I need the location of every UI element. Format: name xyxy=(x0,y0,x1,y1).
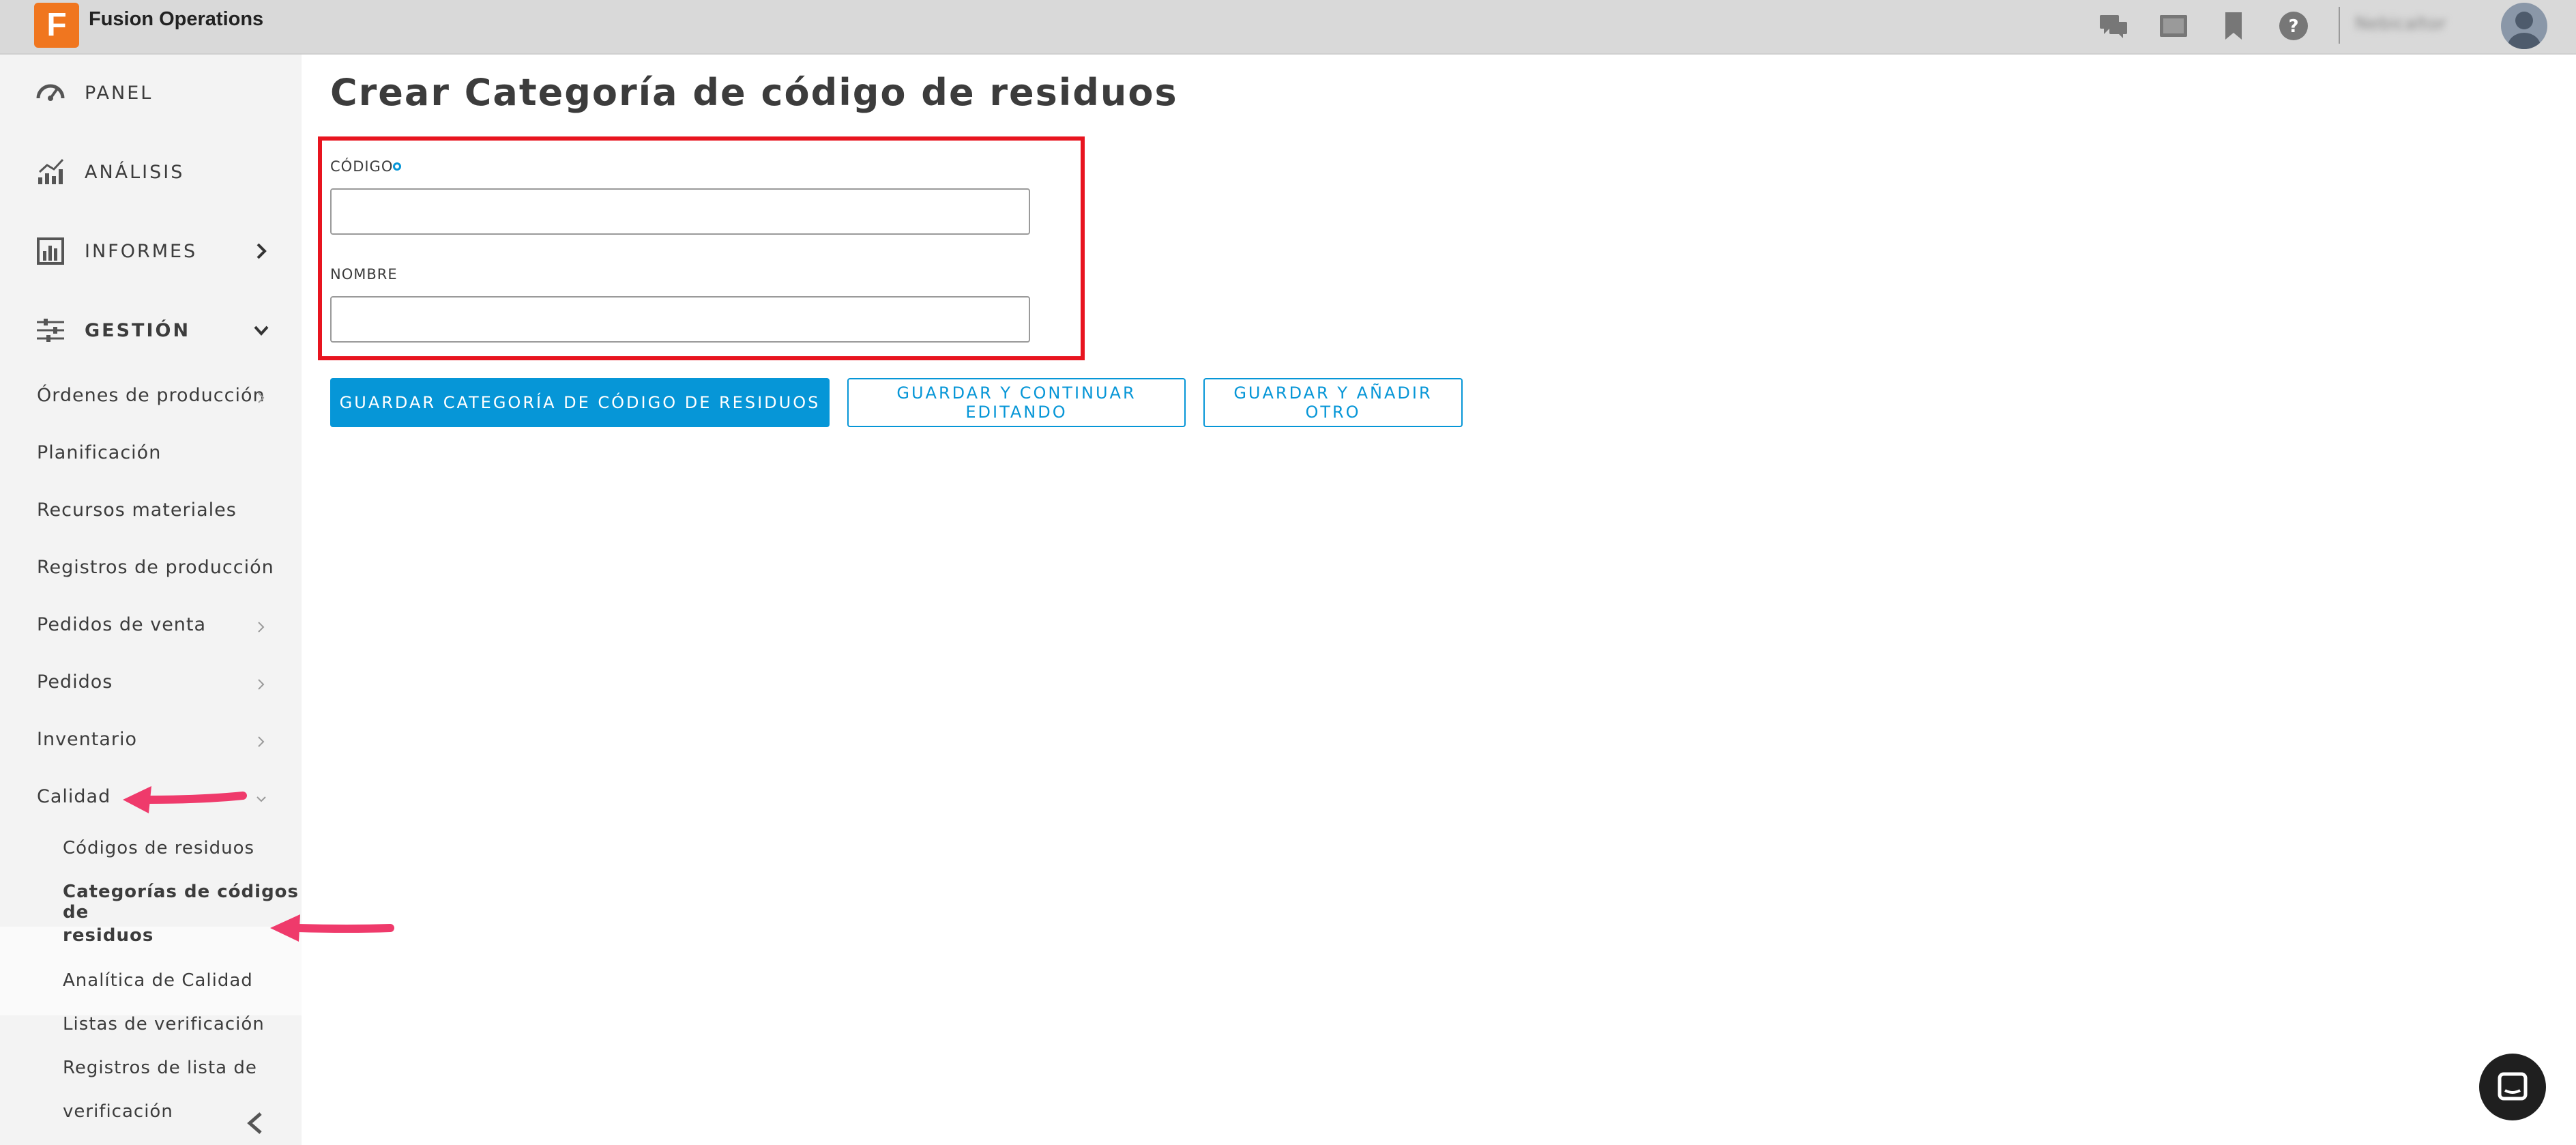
sidebar-item-panel[interactable]: PANEL xyxy=(0,66,302,120)
chevron-right-icon xyxy=(258,679,265,690)
codigo-label: CÓDIGO xyxy=(330,158,394,175)
chevron-right-icon xyxy=(258,392,265,403)
save-add-another-button[interactable]: GUARDAR Y AÑADIR OTRO xyxy=(1203,378,1463,427)
sidebar-item-registros-lista[interactable]: Registros de lista de xyxy=(63,1058,257,1078)
collapse-sidebar-icon[interactable] xyxy=(243,1110,267,1137)
bookmark-icon[interactable] xyxy=(2217,10,2250,42)
avatar-icon xyxy=(2508,12,2541,49)
speedometer-icon xyxy=(36,84,65,101)
chat-launcher-button[interactable] xyxy=(2479,1054,2546,1120)
nombre-input[interactable] xyxy=(330,296,1030,343)
page-title: Crear Categoría de código de residuos xyxy=(330,71,1178,114)
sidebar-item-analitica-calidad[interactable]: Analítica de Calidad xyxy=(63,970,253,991)
top-bar: F Fusion Operations ? Nebicaltor xyxy=(0,0,2576,55)
sidebar-item-planificacion[interactable]: Planificación xyxy=(37,442,161,463)
sidebar-item-pedidos[interactable]: Pedidos xyxy=(37,671,113,693)
bar-chart-icon xyxy=(37,237,64,265)
sidebar-item-codigos-residuos[interactable]: Códigos de residuos xyxy=(63,838,254,858)
user-name[interactable]: Nebicaltor xyxy=(2355,14,2446,34)
sidebar-item-label: ANÁLISIS xyxy=(85,161,185,183)
sidebar-item-informes[interactable]: INFORMES xyxy=(0,224,302,278)
sidebar-item-calidad[interactable]: Calidad xyxy=(37,786,111,807)
chat-icon[interactable] xyxy=(2097,10,2130,42)
sidebar: PANEL ANÁLISIS INFORMES GESTIÓN Órdenes … xyxy=(0,55,302,1145)
sidebar-item-analisis[interactable]: ANÁLISIS xyxy=(0,145,302,199)
svg-text:?: ? xyxy=(2288,16,2298,37)
app-title: Fusion Operations xyxy=(89,8,264,30)
chevron-right-icon xyxy=(258,736,265,747)
codigo-input[interactable] xyxy=(330,188,1030,235)
sidebar-item-registros-lista-cont[interactable]: verificación xyxy=(63,1101,173,1122)
chevron-right-icon xyxy=(257,243,267,259)
chevron-down-icon xyxy=(254,325,269,336)
sidebar-item-gestion[interactable]: GESTIÓN xyxy=(0,303,302,358)
chat-icon xyxy=(2498,1072,2528,1101)
sidebar-item-pedidos-venta[interactable]: Pedidos de venta xyxy=(37,614,206,635)
help-icon[interactable]: ? xyxy=(2277,10,2310,42)
nombre-label: NOMBRE xyxy=(330,266,398,282)
annotation-arrow-calidad xyxy=(123,786,247,813)
save-button[interactable]: GUARDAR CATEGORÍA DE CÓDIGO DE RESIDUOS xyxy=(330,378,830,427)
analytics-icon xyxy=(38,158,64,184)
annotation-arrow-categorias xyxy=(270,914,394,942)
app-logo[interactable]: F xyxy=(34,3,79,48)
sidebar-item-listas-verificacion[interactable]: Listas de verificación xyxy=(63,1014,265,1034)
sidebar-item-registros-produccion[interactable]: Registros de producción xyxy=(37,557,274,578)
save-continue-button[interactable]: GUARDAR Y CONTINUAR EDITANDO xyxy=(847,378,1186,427)
sidebar-item-inventario[interactable]: Inventario xyxy=(37,729,137,750)
sidebar-item-label: PANEL xyxy=(85,82,153,104)
sidebar-item-label: INFORMES xyxy=(85,240,198,262)
topbar-divider xyxy=(2339,7,2340,44)
chevron-down-icon xyxy=(257,796,266,802)
screen-icon[interactable] xyxy=(2157,10,2190,42)
chevron-right-icon xyxy=(258,622,265,633)
sidebar-item-recursos[interactable]: Recursos materiales xyxy=(37,499,237,521)
sidebar-item-ordenes[interactable]: Órdenes de producción xyxy=(37,385,265,406)
user-avatar[interactable] xyxy=(2501,3,2547,49)
sidebar-item-categorias-codigos-cont[interactable]: residuos xyxy=(63,925,153,946)
required-indicator-icon xyxy=(393,162,401,171)
sliders-icon xyxy=(37,319,64,342)
sidebar-item-categorias-codigos[interactable]: Categorías de códigos de xyxy=(63,882,302,923)
sidebar-item-label: GESTIÓN xyxy=(85,319,191,341)
